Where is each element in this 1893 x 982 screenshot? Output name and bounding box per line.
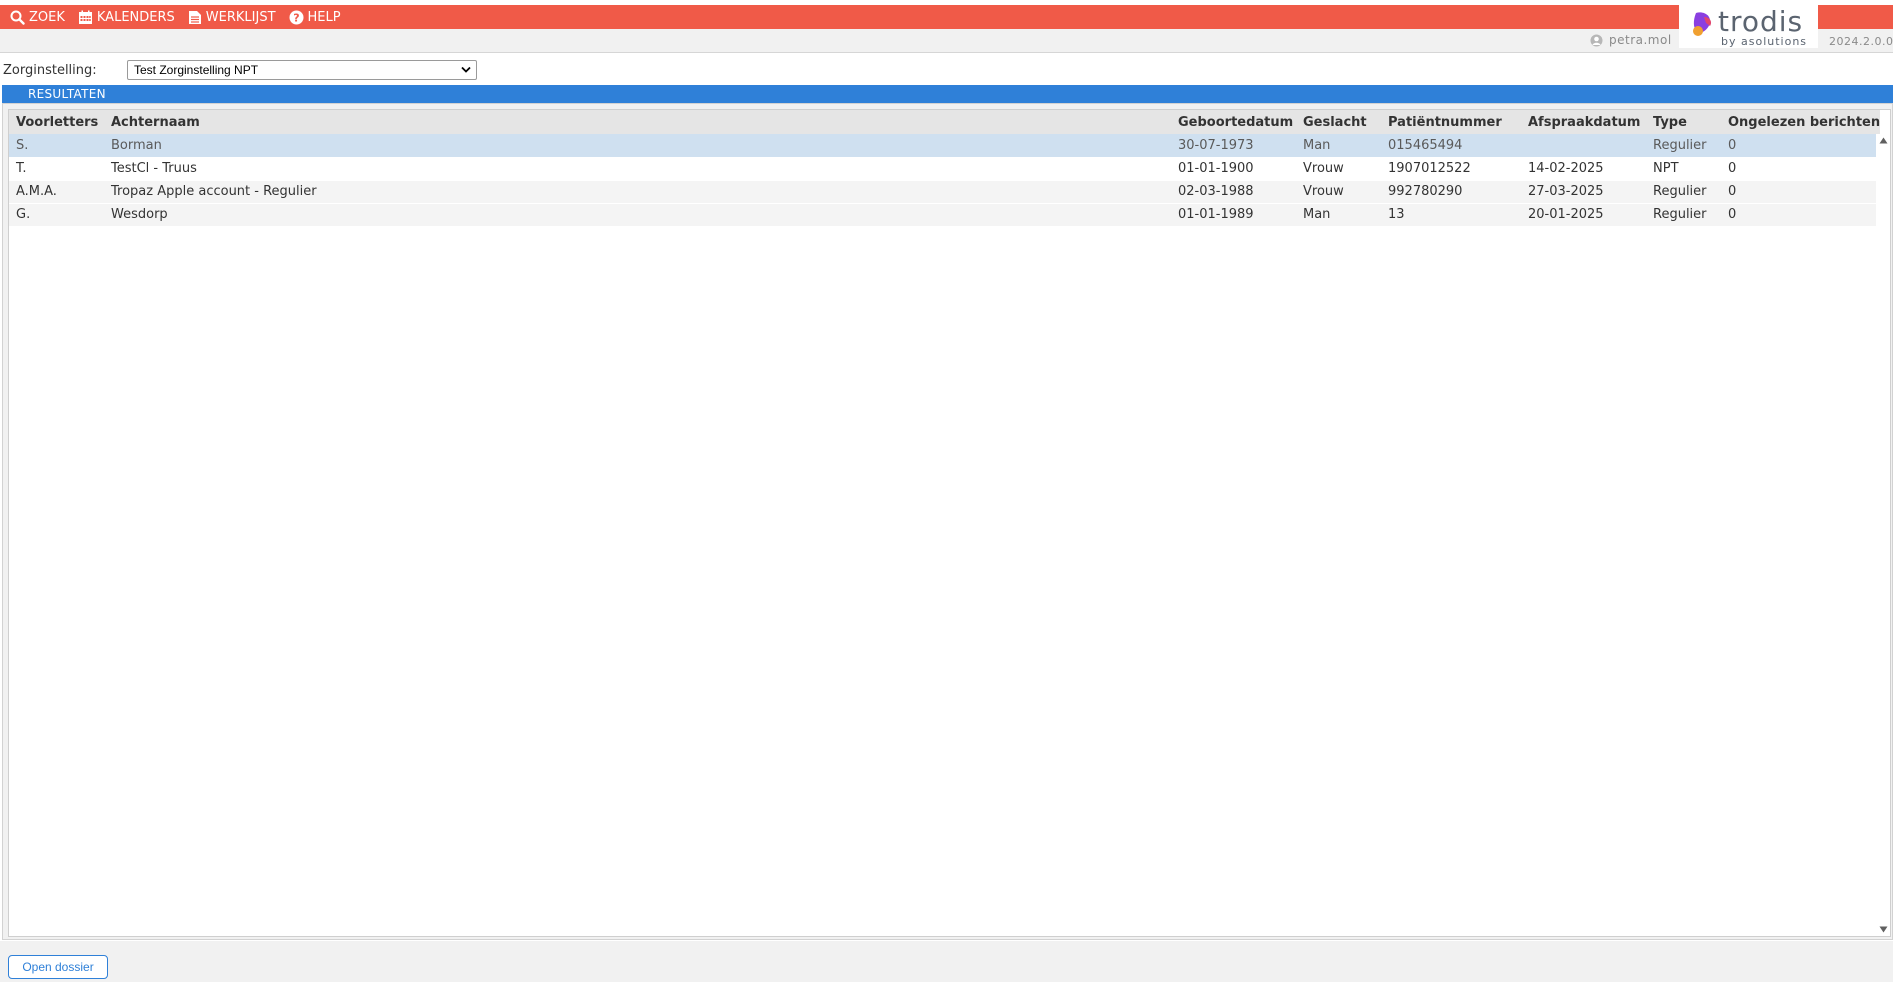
cell-patientnummer: 015465494 <box>1388 137 1463 153</box>
nav-zoek-label: ZOEK <box>29 9 65 25</box>
results-panel: Voorletters Achternaam Geboortedatum Ges… <box>2 103 1893 940</box>
document-icon <box>188 10 201 24</box>
cell-geboortedatum: 01-01-1989 <box>1178 207 1254 222</box>
cell-geboortedatum: 30-07-1973 <box>1178 137 1254 153</box>
cell-type: NPT <box>1653 161 1679 176</box>
trodis-logo-icon <box>1693 12 1712 36</box>
table-row[interactable]: G. Wesdorp 01-01-1989 Man 13 20-01-2025 … <box>9 203 1880 226</box>
col-ongelezen-berichten[interactable]: Ongelezen berichten <box>1721 110 1880 134</box>
cell-patientnummer: 992780290 <box>1388 184 1463 199</box>
zorginstelling-select[interactable]: Test Zorginstelling NPT <box>127 60 477 80</box>
search-icon <box>10 10 25 25</box>
cell-geboortedatum: 02-03-1988 <box>1178 184 1254 199</box>
zorginstelling-label: Zorginstelling: <box>3 62 97 78</box>
cell-voorletters: A.M.A. <box>16 184 57 199</box>
vertical-scrollbar[interactable] <box>1876 134 1890 936</box>
main-nav: ZOEK KALENDERS WERKLIJST ? HELP <box>0 5 344 29</box>
nav-help[interactable]: ? HELP <box>289 10 341 25</box>
open-dossier-button[interactable]: Open dossier <box>8 955 108 979</box>
cell-achternaam: Tropaz Apple account - Regulier <box>111 184 317 199</box>
cell-voorletters: T. <box>16 161 27 176</box>
nav-werklijst[interactable]: WERKLIJST <box>188 10 276 25</box>
cell-afspraakdatum <box>1521 134 1646 157</box>
svg-text:?: ? <box>293 11 299 24</box>
results-header: RESULTATEN <box>2 85 1893 103</box>
cell-ongelezen: 0 <box>1728 207 1737 222</box>
chevron-down-icon <box>461 66 471 73</box>
nav-zoek[interactable]: ZOEK <box>10 10 65 25</box>
table-header-row: Voorletters Achternaam Geboortedatum Ges… <box>9 110 1880 134</box>
results-table-frame: Voorletters Achternaam Geboortedatum Ges… <box>8 109 1891 937</box>
cell-afspraakdatum: 20-01-2025 <box>1528 207 1604 222</box>
app-version: 2024.2.0.0 <box>1829 35 1893 48</box>
nav-kalenders-label: KALENDERS <box>96 9 175 25</box>
cell-voorletters: S. <box>16 137 29 153</box>
footer-bar: Open dossier <box>0 941 1893 982</box>
help-icon: ? <box>289 10 304 24</box>
table-row[interactable]: T. TestCl - Truus 01-01-1900 Vrouw 19070… <box>9 157 1880 180</box>
col-type[interactable]: Type <box>1646 110 1721 134</box>
results-table: Voorletters Achternaam Geboortedatum Ges… <box>9 110 1880 227</box>
cell-afspraakdatum: 27-03-2025 <box>1528 184 1604 199</box>
table-row[interactable]: S. Borman 30-07-1973 Man 015465494 Regul… <box>9 134 1880 157</box>
cell-type: Regulier <box>1653 184 1707 199</box>
table-row[interactable]: A.M.A. Tropaz Apple account - Regulier 0… <box>9 180 1880 203</box>
user-icon <box>1590 34 1603 46</box>
user-name: petra.mol <box>1609 33 1672 47</box>
col-geslacht[interactable]: Geslacht <box>1296 110 1381 134</box>
cell-geslacht: Man <box>1303 137 1331 153</box>
nav-kalenders[interactable]: KALENDERS <box>78 10 175 25</box>
col-patientnummer[interactable]: Patiëntnummer <box>1381 110 1521 134</box>
cell-ongelezen: 0 <box>1728 161 1737 176</box>
brand-name: trodis <box>1718 5 1804 38</box>
scroll-down-icon[interactable] <box>1879 926 1888 933</box>
cell-ongelezen: 0 <box>1728 137 1737 153</box>
cell-geslacht: Vrouw <box>1303 184 1344 199</box>
cell-type: Regulier <box>1653 137 1707 153</box>
col-voorletters[interactable]: Voorletters <box>9 110 104 134</box>
col-achternaam[interactable]: Achternaam <box>104 110 1171 134</box>
cell-achternaam: Borman <box>111 137 162 153</box>
cell-type: Regulier <box>1653 207 1707 222</box>
cell-patientnummer: 13 <box>1388 207 1405 222</box>
cell-geslacht: Vrouw <box>1303 161 1344 176</box>
brand-subtitle: by asolutions <box>1721 35 1808 48</box>
cell-achternaam: Wesdorp <box>111 207 168 222</box>
cell-patientnummer: 1907012522 <box>1388 161 1471 176</box>
cell-afspraakdatum: 14-02-2025 <box>1528 161 1604 176</box>
user-info[interactable]: petra.mol <box>1590 33 1672 47</box>
scroll-up-icon[interactable] <box>1879 137 1888 144</box>
cell-geboortedatum: 01-01-1900 <box>1178 161 1254 176</box>
nav-help-label: HELP <box>307 9 341 25</box>
col-geboortedatum[interactable]: Geboortedatum <box>1171 110 1296 134</box>
col-afspraakdatum[interactable]: Afspraakdatum <box>1521 110 1646 134</box>
zorginstelling-filter: Zorginstelling: Test Zorginstelling NPT <box>3 60 477 80</box>
cell-ongelezen: 0 <box>1728 184 1737 199</box>
cell-voorletters: G. <box>16 207 31 222</box>
zorginstelling-selected: Test Zorginstelling NPT <box>134 63 259 77</box>
nav-werklijst-label: WERKLIJST <box>205 9 276 25</box>
cell-achternaam: TestCl - Truus <box>111 161 197 176</box>
brand-logo: trodis by asolutions <box>1679 5 1818 48</box>
cell-geslacht: Man <box>1303 207 1331 222</box>
calendar-icon <box>78 10 92 24</box>
